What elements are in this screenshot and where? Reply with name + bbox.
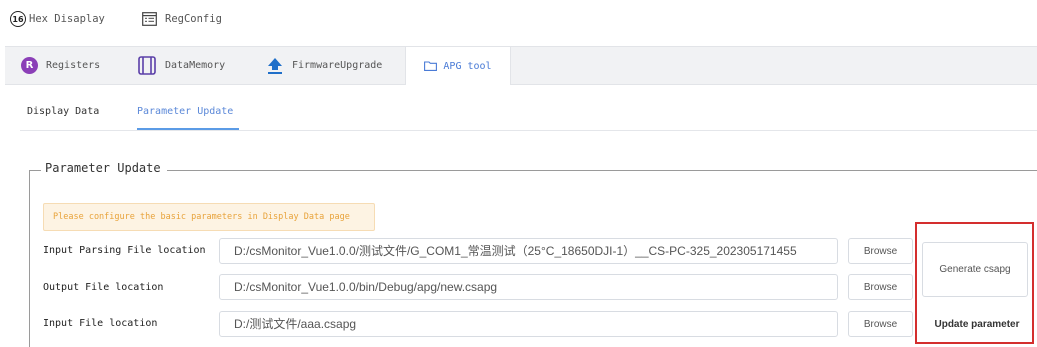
output-file-label: Output File location [43,282,164,293]
tab-firmwareupgrade-label: FirmwareUpgrade [292,60,383,71]
main-tab-bar: R Registers DataMemory FirmwareUpgrade A… [5,46,1037,85]
subtab-parameter-update[interactable]: Parameter Update [137,106,233,117]
tab-registers-label: Registers [46,60,101,71]
tab-firmwareupgrade[interactable]: FirmwareUpgrade [267,47,382,84]
tab-datamemory-label: DataMemory [165,60,226,71]
hex-display-label: Hex Disaplay [29,13,105,25]
fieldset-border-top-left [29,170,41,171]
subtab-display-data[interactable]: Display Data [27,106,99,117]
folder-icon [424,61,438,71]
top-toolbar: 16 Hex Disaplay RegConfig [0,0,1037,42]
data-memory-icon [138,56,156,75]
hex-16-icon: 16 [10,11,26,27]
tab-apg-tool[interactable]: APG tool [405,47,511,85]
browse-input-file-button[interactable]: Browse [848,311,913,337]
registers-r-icon: R [21,57,38,74]
regconfig-button[interactable]: RegConfig [142,8,222,30]
tab-apg-tool-label: APG tool [443,60,492,72]
browse-output-button[interactable]: Browse [848,274,913,300]
fieldset-border-top-right [167,170,1037,171]
highlight-frame [915,222,1034,344]
fieldset-border-left [29,170,30,347]
upload-arrow-icon [268,57,282,74]
tab-datamemory[interactable]: DataMemory [138,47,225,84]
input-parsing-file-label: Input Parsing File location [43,245,206,256]
output-file-field[interactable]: D:/csMonitor_Vue1.0.0/bin/Debug/apg/new.… [219,274,838,300]
browse-input-parsing-button[interactable]: Browse [848,238,913,264]
input-file-field[interactable]: D:/测试文件/aaa.csapg [219,311,838,337]
list-document-icon [142,12,157,26]
warning-alert: Please configure the basic parameters in… [43,203,375,231]
fieldset-legend: Parameter Update [45,161,165,175]
subtab-divider [20,130,1037,131]
input-parsing-file-field[interactable]: D:/csMonitor_Vue1.0.0/测试文件/G_COM1_常温测试（2… [219,238,838,264]
warning-text: Please configure the basic parameters in… [53,212,350,222]
regconfig-label: RegConfig [165,13,222,25]
tab-registers[interactable]: R Registers [21,47,100,84]
input-file-label: Input File location [43,318,158,329]
hex-display-button[interactable]: 16 Hex Disaplay [10,8,105,30]
